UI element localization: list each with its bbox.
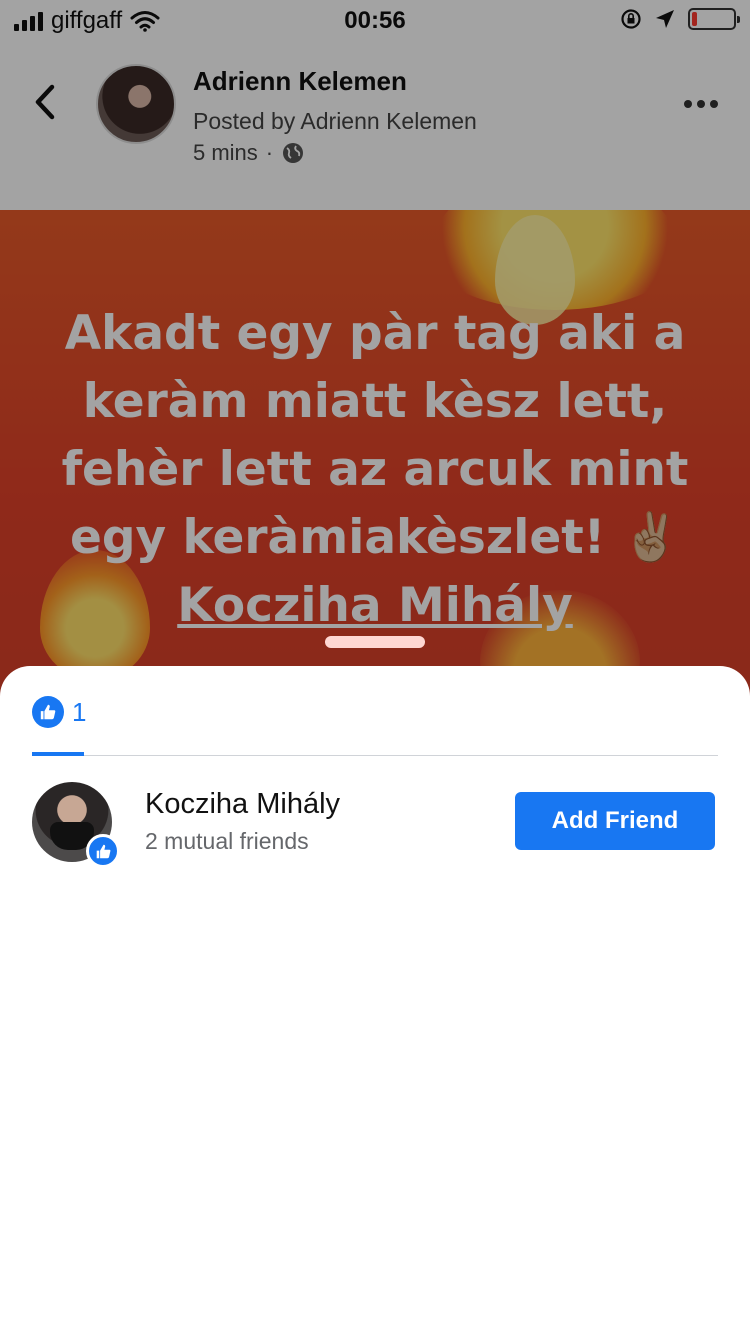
active-tab-indicator <box>32 752 84 756</box>
person-name[interactable]: Kocziha Mihály <box>145 788 340 821</box>
reactions-sheet: 1 Kocziha Mihály 2 mutual friends Add Fr… <box>0 666 750 1334</box>
like-icon <box>86 834 120 868</box>
add-friend-button[interactable]: Add Friend <box>515 792 715 850</box>
tab-like-reactions[interactable]: 1 <box>32 694 86 730</box>
list-item[interactable]: Kocziha Mihály 2 mutual friends Add Frie… <box>0 776 750 868</box>
sheet-grabber[interactable] <box>325 636 425 648</box>
mutual-friends: 2 mutual friends <box>145 828 309 854</box>
tab-divider <box>32 755 718 756</box>
like-icon <box>32 696 64 728</box>
background-post-screen: giffgaff 00:56 Adrienn Kelemen Posted by… <box>0 0 750 700</box>
dim-overlay[interactable] <box>0 0 750 700</box>
reaction-count: 1 <box>72 696 87 727</box>
